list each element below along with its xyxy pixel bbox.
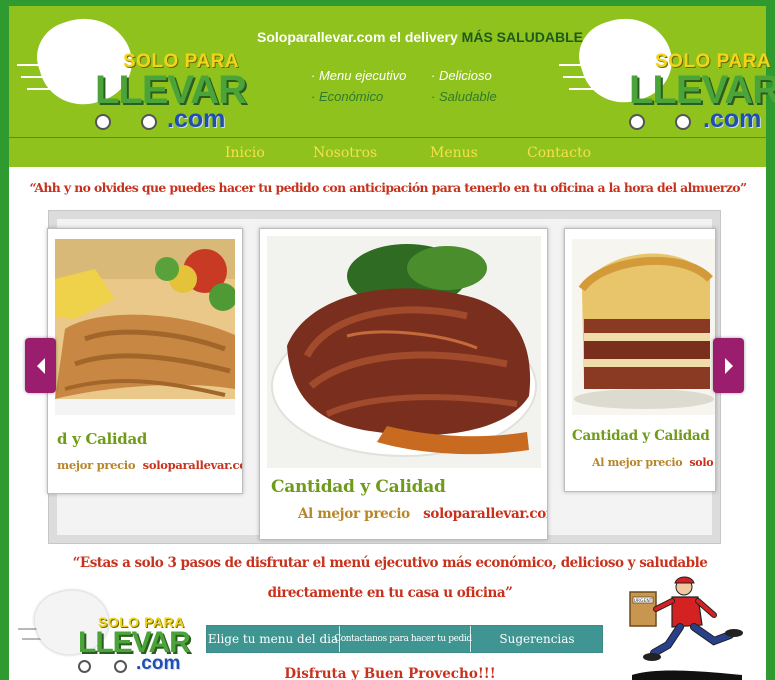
logo-right[interactable]: SOLO PARA LLEVAR .com — [559, 6, 775, 134]
slide-price-label: mejor precio — [57, 458, 136, 472]
slide-caption-price: Al mejor precio solo — [592, 456, 714, 469]
logo-left[interactable]: SOLO PARA LLEVAR .com — [17, 5, 247, 134]
dish-carousel: d y Calidad mejor precio soloparallevar.… — [47, 210, 721, 544]
package-label: URGENT — [634, 598, 653, 604]
logo-com-text: .com — [167, 105, 226, 133]
logo-wheel — [629, 114, 645, 130]
slide-caption-quality: Cantidad y Calidad — [572, 428, 710, 444]
chevron-right-icon — [724, 357, 733, 374]
carousel-next-button[interactable] — [713, 338, 744, 393]
logo-wheel — [95, 114, 111, 130]
slide-site: solo — [689, 456, 714, 469]
logo-footer[interactable]: SOLO PARA LLEVAR .com — [18, 580, 191, 678]
slide-caption-price: Al mejor precio soloparallevar.com — [298, 506, 548, 522]
carousel-prev-button[interactable] — [25, 338, 56, 393]
steps-button-bar: Elige tu menu del dia Contactanos para h… — [206, 625, 603, 653]
logo-wheel — [675, 114, 691, 130]
carousel-slide-lasagna[interactable]: Cantidad y Calidad Al mejor precio solo — [564, 228, 716, 492]
logo-wheel — [141, 114, 157, 130]
logo-wheel — [114, 660, 127, 673]
nav-nosotros[interactable]: Nosotros — [313, 145, 377, 161]
slide-price-label: Al mejor precio — [592, 456, 683, 469]
feature-economico: · Económico — [311, 89, 384, 104]
steps-quote-line2: directamente en tu casa u oficina” — [267, 585, 513, 601]
header-tagline: Soloparallevar.com el delivery MÁS SALUD… — [257, 29, 583, 45]
order-ahead-quote: “Ahh y no olvides que puedes hacer tu pe… — [29, 180, 748, 195]
slide-caption-price: mejor precio soloparallevar.com — [57, 458, 242, 472]
site-header: SOLO PARA LLEVAR .com Soloparallevar.com… — [9, 5, 775, 137]
step-contactanos-button[interactable]: Contactanos para hacer tu pedido — [334, 626, 477, 652]
delivery-courier-illustration: URGENT — [629, 576, 743, 680]
nav-contacto[interactable]: Contacto — [527, 145, 591, 161]
slide-site: soloparallevar.com — [142, 458, 242, 472]
tagline-main: Soloparallevar.com el delivery — [257, 29, 458, 45]
steps-quote-line1: “Estas a solo 3 pasos de disfrutar el me… — [72, 555, 708, 571]
carousel-slide-chicken[interactable]: d y Calidad mejor precio soloparallevar.… — [47, 228, 243, 494]
feature-saludable: · Saludable — [431, 89, 497, 104]
carousel-slide-beef[interactable]: Cantidad y Calidad Al mejor precio solop… — [259, 228, 548, 540]
step-sugerencias-button[interactable]: Sugerencias — [472, 626, 602, 652]
nav-menus[interactable]: Menus — [430, 145, 478, 161]
chevron-left-icon — [36, 357, 45, 374]
feature-menu-ejecutivo: · Menu ejecutivo — [311, 68, 407, 83]
slide-site: soloparallevar.com — [423, 506, 548, 522]
slide-caption-quality: Cantidad y Calidad — [271, 477, 446, 497]
step-elige-menu-button[interactable]: Elige tu menu del dia — [207, 626, 340, 652]
beef-dish-image — [267, 236, 541, 468]
logo-com-text: .com — [136, 653, 181, 674]
nav-inicio[interactable]: Inicio — [225, 145, 265, 161]
lasagna-dish-image — [572, 239, 715, 415]
slide-caption-quality: d y Calidad — [57, 430, 148, 448]
feature-delicioso: · Delicioso — [431, 68, 492, 83]
logo-wheel — [78, 660, 91, 673]
logo-com-text: .com — [703, 105, 762, 133]
slide-price-label: Al mejor precio — [298, 506, 410, 522]
chicken-dish-image — [55, 239, 235, 415]
main-nav: Inicio Nosotros Menus Contacto — [9, 137, 766, 167]
enjoy-message: Disfruta y Buen Provecho!!! — [284, 666, 496, 680]
